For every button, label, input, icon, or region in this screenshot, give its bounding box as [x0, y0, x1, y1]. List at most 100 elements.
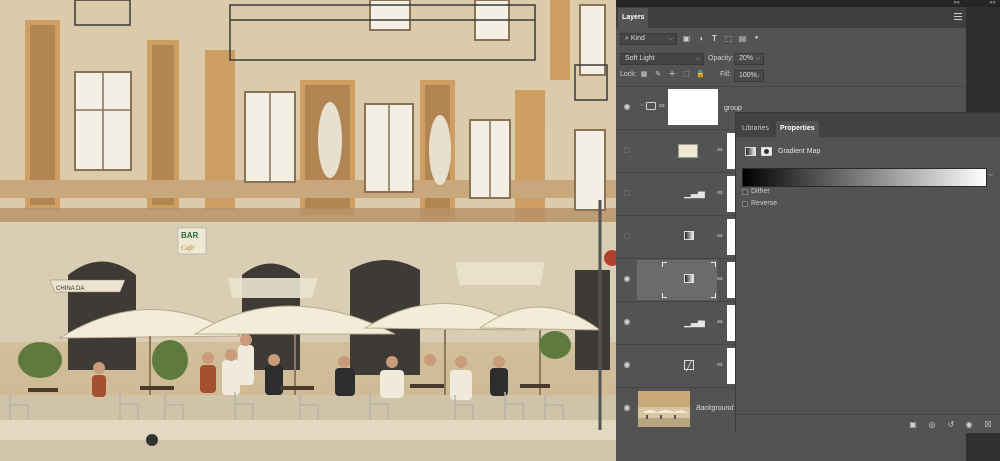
fill-field[interactable]: 100% ⌵ [734, 70, 764, 82]
layer-mask-icon[interactable] [761, 147, 772, 156]
tab-layers[interactable]: Layers [618, 8, 648, 28]
awning-text: CHINA DA [56, 286, 84, 292]
gradient-picker[interactable] [742, 168, 987, 187]
chevron-down-icon[interactable]: ⌵ [988, 171, 993, 179]
group-thumbnail [668, 89, 718, 125]
bar-sign-text: BAR [181, 231, 199, 240]
cafe-sign-text: Café [181, 244, 195, 252]
tab-libraries[interactable]: Libraries [738, 121, 773, 137]
gradient-map-icon [684, 231, 694, 240]
type-filter-icon[interactable]: T [710, 34, 719, 43]
chevron-down-icon: ⌵ [755, 56, 760, 62]
link-icon: ∞ [717, 274, 723, 283]
layer-mask-thumbnail [727, 348, 735, 384]
chevron-down-icon: ⌵ [695, 56, 700, 62]
filter-kind-select[interactable]: ⌕ Kind ⌵ [620, 33, 677, 45]
layer-mask-thumbnail [727, 176, 735, 212]
layer-filter-row: ⌕ Kind ⌵ ▣ ◑ T ⬚ ▤ ● [616, 30, 966, 48]
reverse-label: Reverse [751, 200, 778, 207]
selection-corner [662, 262, 667, 267]
lock-artboard-icon[interactable]: ⬚ [682, 71, 690, 79]
view-previous-state-icon[interactable]: ◎ [927, 420, 937, 429]
layer-mask-thumbnail [727, 305, 735, 341]
document-canvas[interactable]: BAR Café CHINA DA [0, 0, 616, 461]
filter-kind-value: Kind [630, 35, 645, 42]
shape-filter-icon[interactable]: ⬚ [724, 34, 733, 43]
link-icon: ∞ [717, 188, 723, 197]
gradient-map-icon [684, 274, 694, 283]
visibility-eye-icon[interactable]: ◉ [622, 361, 632, 369]
visibility-eye-icon[interactable]: ◉ [622, 103, 632, 111]
image-filter-icon[interactable]: ▣ [682, 34, 691, 43]
collapse-arrows-icon-right[interactable]: «« [989, 0, 996, 6]
blend-mode-select[interactable]: Soft Light ⌵ [620, 53, 704, 65]
lock-image-icon[interactable]: ✎ [654, 71, 662, 79]
lock-all-icon[interactable]: 🔒 [696, 71, 705, 79]
layer-name: group [724, 105, 742, 112]
background-thumbnail-image [638, 391, 690, 427]
toggle-visibility-icon[interactable]: ◉ [964, 420, 974, 429]
filter-toggle-icon[interactable]: ● [752, 34, 761, 43]
selection-corner [662, 293, 667, 298]
blend-mode-value: Soft Light [625, 55, 655, 62]
properties-tab-bar: Libraries Properties [736, 113, 1000, 137]
dither-checkbox[interactable] [742, 189, 748, 195]
smart-object-filter-icon[interactable]: ▤ [738, 34, 747, 43]
opacity-field[interactable]: 20% ⌵ [734, 53, 764, 65]
layer-mask-thumbnail [727, 219, 735, 255]
opacity-label: Opacity: [708, 55, 734, 62]
adjustment-filter-icon[interactable]: ◑ [696, 34, 705, 43]
expand-chevron-icon[interactable]: ⌵ [640, 102, 645, 109]
background-thumbnail [638, 391, 690, 427]
blend-row: Soft Light ⌵ Opacity: 20% ⌵ [616, 50, 966, 68]
opacity-value: 20% [739, 55, 754, 62]
selection-highlight [637, 260, 717, 300]
tab-properties[interactable]: Properties [776, 121, 819, 137]
link-icon: ∞ [717, 360, 723, 369]
reset-icon[interactable]: ↺ [946, 420, 956, 429]
chevron-down-icon: ⌵ [755, 73, 760, 79]
panel-menu-icon[interactable] [954, 13, 962, 20]
link-icon: ∞ [717, 317, 723, 326]
collapse-arrows-icon[interactable]: «« [953, 0, 960, 6]
visibility-off-box[interactable] [624, 147, 630, 153]
properties-footer: ▣ ◎ ↺ ◉ ☒ [736, 414, 1000, 433]
selection-corner [711, 262, 716, 267]
visibility-eye-icon[interactable]: ◉ [622, 275, 632, 283]
link-icon: ∞ [659, 101, 665, 110]
dock-right-strip [966, 7, 1000, 112]
selection-corner [711, 293, 716, 298]
visibility-eye-icon[interactable]: ◉ [622, 404, 632, 412]
lock-transparent-icon[interactable]: ▦ [640, 71, 648, 79]
layer-mask-thumbnail [727, 133, 735, 169]
properties-panel: Libraries Properties Gradient Map ⌵ Dith… [735, 112, 1000, 433]
layers-tab-bar: Layers [616, 7, 966, 28]
dither-label: Dither [751, 188, 770, 195]
gradient-map-adjustment-icon [745, 147, 756, 156]
lock-position-icon[interactable]: ✛ [668, 71, 676, 79]
chevron-down-icon: ⌵ [668, 36, 673, 42]
solid-color-thumbnail [678, 144, 698, 158]
dock-collapse-strip: «« «« [616, 0, 1000, 7]
reverse-checkbox[interactable] [742, 201, 748, 207]
fill-value: 100% [739, 72, 757, 79]
cafe-street-photo: BAR Café CHINA DA [0, 0, 616, 461]
link-icon: ∞ [717, 231, 723, 240]
curves-icon: ╱ [684, 360, 694, 371]
adjustment-title: Gradient Map [778, 148, 821, 155]
delete-icon[interactable]: ☒ [983, 420, 993, 429]
levels-icon: ▁▃▅ [684, 317, 705, 327]
lock-row: Lock: ▦ ✎ ✛ ⬚ 🔒 Fill: 100% ⌵ [616, 67, 966, 85]
lock-label: Lock: [620, 71, 637, 78]
clip-to-layer-icon[interactable]: ▣ [908, 420, 918, 429]
link-icon: ∞ [717, 145, 723, 154]
visibility-off-box[interactable] [624, 190, 630, 196]
levels-icon: ▁▃▅ [684, 188, 705, 198]
visibility-off-box[interactable] [624, 233, 630, 239]
folder-icon [646, 102, 656, 110]
fill-label: Fill: [720, 71, 731, 78]
search-icon: ⌕ [625, 35, 629, 42]
layer-name: Background [696, 405, 734, 412]
layer-mask-thumbnail [727, 262, 735, 298]
visibility-eye-icon[interactable]: ◉ [622, 318, 632, 326]
